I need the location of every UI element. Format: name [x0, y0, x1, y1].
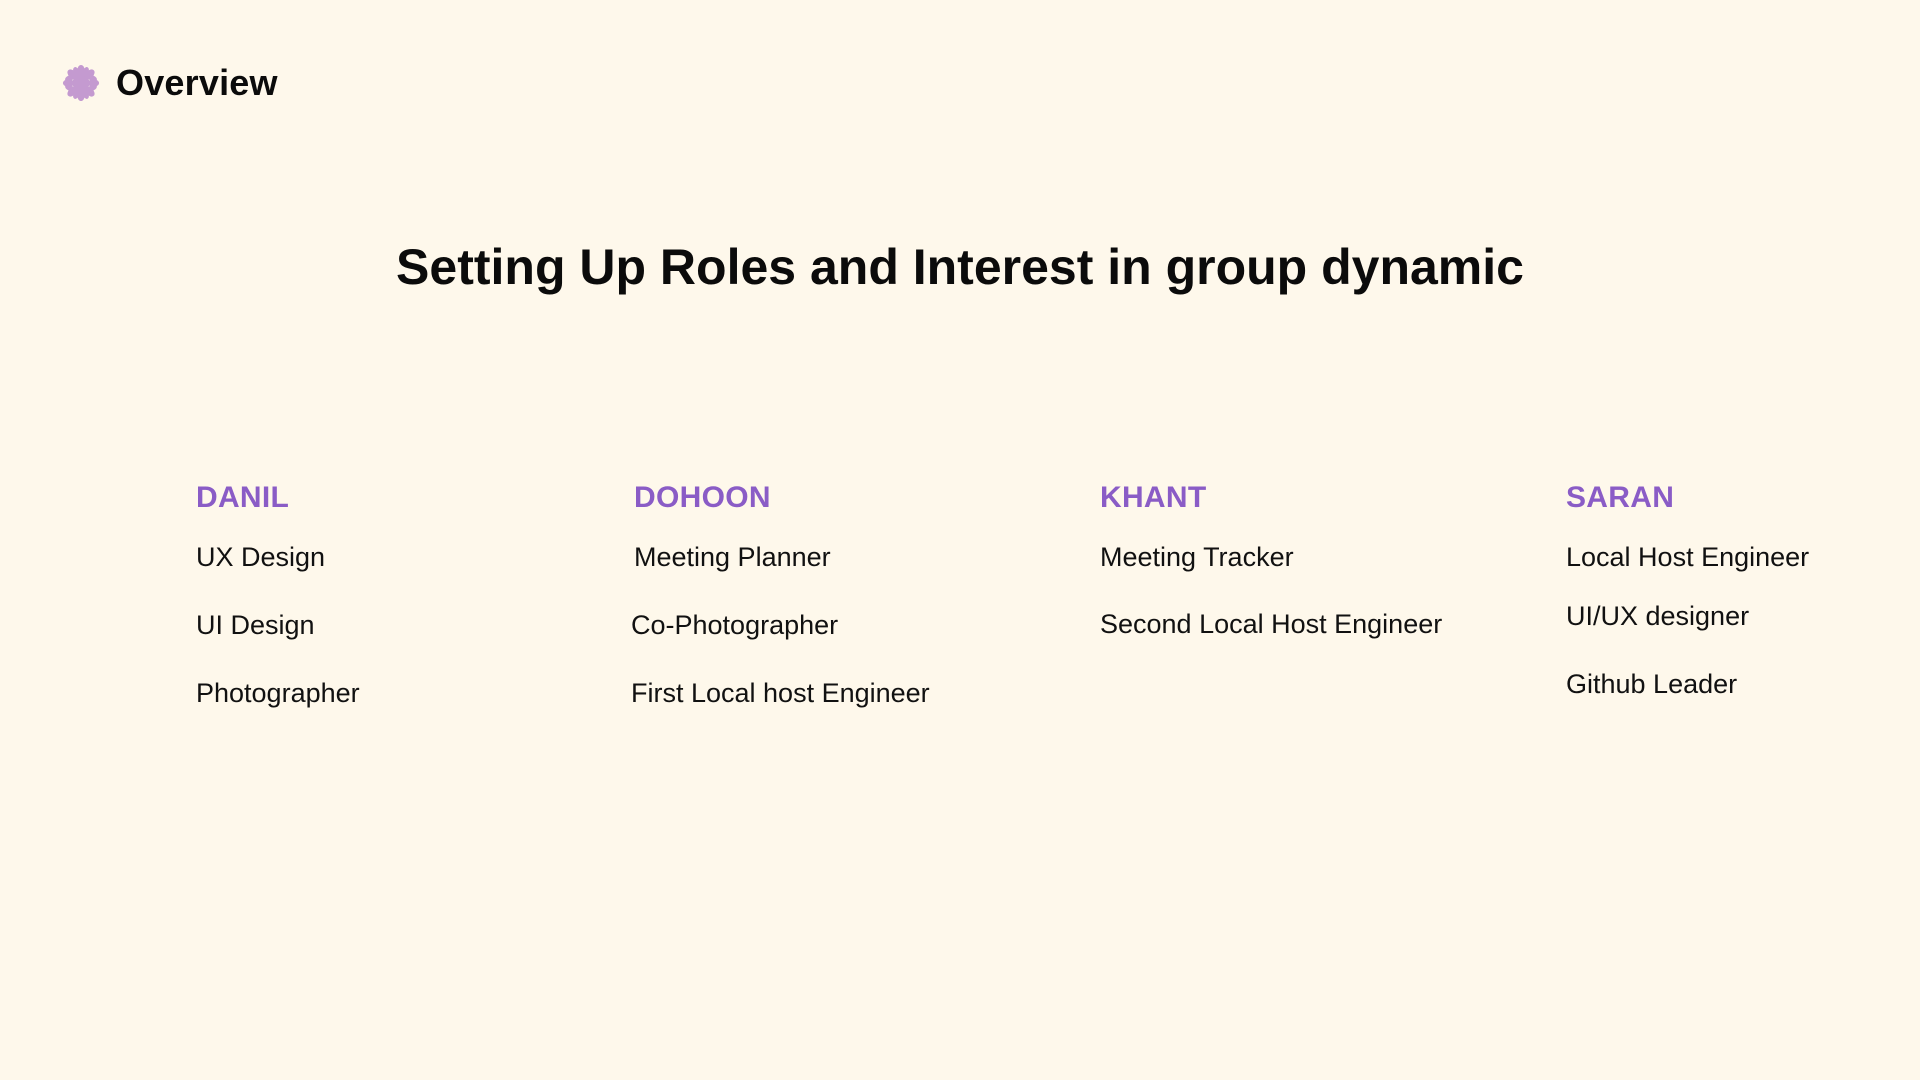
member-role: Local Host Engineer [1566, 542, 1810, 572]
member-role: UX Design [196, 542, 326, 572]
member-role: Meeting Tracker [1100, 542, 1294, 572]
member-name: DOHOON [634, 481, 771, 514]
member-role: Second Local Host Engineer [1100, 609, 1443, 639]
member-column-khant: KHANT Meeting Tracker Second Local Host … [1100, 478, 1442, 639]
slide-title: Setting Up Roles and Interest in group d… [396, 239, 1524, 295]
member-role: UI/UX designer [1566, 601, 1750, 631]
section-label: Overview [116, 62, 278, 103]
member-column-saran: SARAN Local Host Engineer UI/UX designer… [1566, 478, 1809, 699]
member-role: First Local host Engineer [631, 678, 930, 708]
member-role: Meeting Planner [634, 542, 831, 572]
member-name: KHANT [1100, 481, 1207, 514]
slide: Overview Setting Up Roles and Interest i… [0, 0, 1920, 1080]
member-name: DANIL [196, 481, 290, 514]
member-role: Co-Photographer [631, 610, 839, 640]
member-role: Github Leader [1566, 669, 1738, 699]
member-column-danil: DANIL UX Design UI Design Photographer [196, 478, 360, 708]
member-role: UI Design [196, 610, 315, 640]
member-name: SARAN [1566, 481, 1675, 514]
flower-icon [62, 64, 100, 102]
member-column-dohoon: DOHOON Meeting Planner Co-Photographer F… [631, 478, 930, 708]
member-role: Photographer [196, 678, 360, 708]
section-header: Overview [62, 62, 278, 104]
